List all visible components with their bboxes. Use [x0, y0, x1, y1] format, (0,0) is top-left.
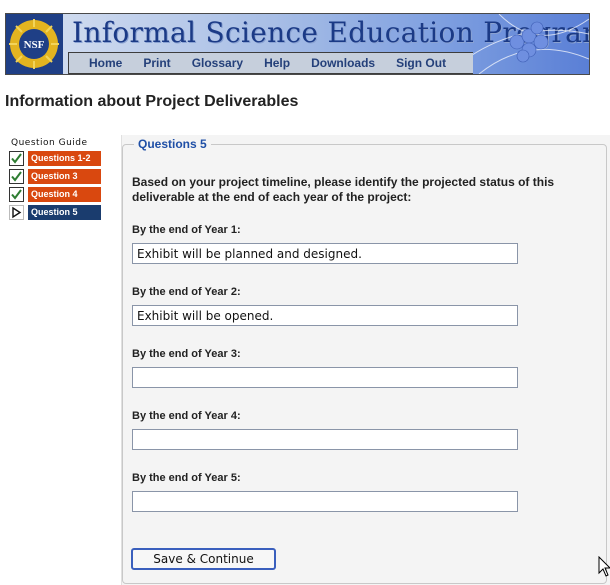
- year-3-label: By the end of Year 3:: [132, 348, 241, 360]
- nsf-logo: NSF: [6, 14, 63, 74]
- year-1-label: By the end of Year 1:: [132, 224, 241, 236]
- year-4-input[interactable]: [132, 429, 518, 450]
- year-4-label: By the end of Year 4:: [132, 410, 241, 422]
- nav-print[interactable]: Print: [143, 56, 170, 70]
- checkbox-checked-icon: [9, 186, 24, 202]
- question-guide-title: Question Guide: [11, 138, 88, 148]
- year-2-input[interactable]: [132, 305, 518, 326]
- form-panel: Questions 5 Based on your project timeli…: [121, 135, 610, 585]
- page-title: Information about Project Deliverables: [5, 93, 299, 110]
- year-2-label: By the end of Year 2:: [132, 286, 241, 298]
- guide-label[interactable]: Question 3: [28, 168, 101, 184]
- question-guide: Question Guide Questions 1-2 Question 3 …: [9, 138, 101, 222]
- svg-text:NSF: NSF: [24, 39, 45, 51]
- top-nav: Home Print Glossary Help Downloads Sign …: [68, 52, 473, 74]
- guide-item-question-3[interactable]: Question 3: [9, 168, 101, 184]
- nav-home[interactable]: Home: [89, 56, 122, 70]
- molecule-graphic: [459, 14, 589, 74]
- guide-item-questions-1-2[interactable]: Questions 1-2: [9, 150, 101, 166]
- guide-label[interactable]: Question 4: [28, 186, 101, 202]
- site-banner: NSF Informal Science Education Program H…: [5, 13, 590, 75]
- nav-help[interactable]: Help: [264, 56, 290, 70]
- guide-item-question-5[interactable]: Question 5: [9, 204, 101, 220]
- nav-sign-out[interactable]: Sign Out: [396, 56, 446, 70]
- year-5-input[interactable]: [132, 491, 518, 512]
- nav-glossary[interactable]: Glossary: [192, 56, 243, 70]
- guide-label[interactable]: Questions 1-2: [28, 150, 101, 166]
- save-continue-button[interactable]: Save & Continue: [131, 548, 276, 570]
- mouse-pointer-icon: [598, 556, 610, 577]
- nsf-seal-icon: NSF: [9, 19, 59, 69]
- year-1-input[interactable]: [132, 243, 518, 264]
- arrow-right-icon: [9, 204, 24, 220]
- year-5-label: By the end of Year 5:: [132, 472, 241, 484]
- year-3-input[interactable]: [132, 367, 518, 388]
- checkbox-checked-icon: [9, 150, 24, 166]
- questions-fieldset: [122, 144, 607, 584]
- guide-label[interactable]: Question 5: [28, 204, 101, 220]
- nav-downloads[interactable]: Downloads: [311, 56, 375, 70]
- checkbox-checked-icon: [9, 168, 24, 184]
- fieldset-legend: Questions 5: [134, 137, 211, 151]
- guide-item-question-4[interactable]: Question 4: [9, 186, 101, 202]
- question-intro: Based on your project timeline, please i…: [132, 175, 555, 204]
